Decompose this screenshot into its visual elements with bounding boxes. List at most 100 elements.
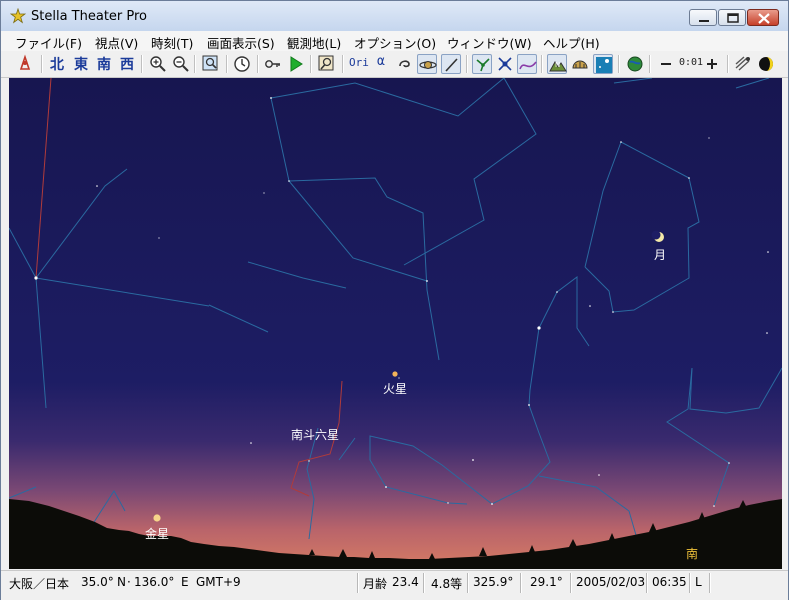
status-separator	[357, 573, 359, 593]
toolbar-separator	[649, 55, 651, 73]
alpha-button[interactable]: α	[377, 54, 385, 69]
constellation-icon	[476, 58, 490, 72]
status-date: 2005/02/03	[576, 575, 646, 589]
key-icon	[265, 60, 280, 68]
path-icon	[519, 61, 537, 70]
sky-view[interactable]: 月 火星 南斗六星 金星 南	[9, 78, 782, 569]
toolbar-separator	[342, 55, 344, 73]
status-latitude: 35.0°	[81, 575, 114, 589]
status-lat-dir: N	[117, 575, 126, 589]
toolbar-separator	[226, 55, 228, 73]
status-bar: 大阪／日本 35.0° N · 136.0° E GMT+9 月齢 23.4 4…	[1, 570, 788, 600]
minimize-icon	[699, 20, 709, 22]
north-button[interactable]: 北	[50, 54, 64, 74]
telescope-icon	[19, 54, 31, 70]
toolbar-separator	[194, 55, 196, 73]
venus-label: 金星	[145, 527, 170, 541]
menu-window[interactable]: ウィンドウ(W)	[447, 33, 532, 52]
status-timezone: GMT+9	[196, 575, 241, 589]
moon-label: 月	[654, 248, 667, 262]
toolbar-separator	[466, 55, 468, 73]
status-moon-age: 23.4	[392, 575, 419, 589]
status-separator	[520, 573, 522, 593]
dome-button[interactable]	[570, 54, 590, 74]
clock-icon	[234, 56, 250, 72]
globe-icon	[627, 56, 643, 72]
venus-icon[interactable]	[153, 514, 161, 522]
status-separator	[570, 573, 572, 593]
toolbar-separator	[41, 55, 43, 73]
zoom-out-button[interactable]	[171, 54, 191, 74]
swirl-icon	[399, 60, 410, 68]
planet-button[interactable]	[417, 54, 437, 74]
swirl-button[interactable]	[395, 54, 415, 74]
menu-time[interactable]: 時刻(T)	[151, 33, 193, 52]
title-bar[interactable]: Stella Theater Pro	[1, 1, 788, 31]
status-separator	[646, 573, 648, 593]
sky-icon	[596, 57, 612, 73]
toolbar-separator	[257, 55, 259, 73]
status-separator	[689, 573, 691, 593]
status-magnitude: 4.8等	[431, 577, 463, 591]
sky-canvas	[9, 78, 782, 569]
zoom-minus-button[interactable]	[656, 54, 676, 74]
planet-icon	[419, 61, 437, 69]
toolbar: 北 東 南 西 Ori α N 0:01	[1, 51, 788, 78]
status-longitude: 136.0°	[134, 575, 175, 589]
south-button[interactable]: 南	[97, 54, 111, 74]
sky-button[interactable]	[593, 54, 613, 74]
zoom-plus-button[interactable]	[702, 54, 722, 74]
pen-button[interactable]	[441, 54, 461, 74]
svg-text:N: N	[555, 61, 560, 69]
menu-options[interactable]: オプション(O)	[354, 33, 436, 52]
menu-file[interactable]: ファイル(F)	[15, 33, 82, 52]
find-button[interactable]	[201, 54, 221, 74]
toolbar-separator	[618, 55, 620, 73]
toolbar-separator	[310, 55, 312, 73]
zoom-in-button[interactable]	[148, 54, 168, 74]
menu-location[interactable]: 観測地(L)	[287, 33, 341, 52]
menu-help[interactable]: ヘルプ(H)	[543, 33, 600, 52]
find-icon	[202, 55, 218, 71]
satellite-icon	[498, 57, 512, 71]
search-object-button[interactable]	[317, 54, 337, 74]
dome-icon	[572, 60, 588, 69]
mars-icon[interactable]	[392, 371, 398, 377]
toolbar-separator	[141, 55, 143, 73]
clock-button[interactable]	[232, 54, 252, 74]
play-icon	[290, 56, 303, 72]
zoom-in-icon	[150, 56, 166, 72]
close-button[interactable]	[747, 9, 779, 26]
satellite-button[interactable]	[495, 54, 515, 74]
terrain-button[interactable]: N	[547, 54, 567, 74]
comet-button[interactable]	[733, 54, 753, 74]
pen-icon	[445, 58, 458, 72]
moon-phase-button[interactable]	[756, 54, 776, 74]
status-mode: L	[695, 575, 702, 589]
app-icon	[10, 8, 26, 24]
menu-bar: ファイル(F) 視点(V) 時刻(T) 画面表示(S) 観測地(L) オプション…	[1, 31, 788, 51]
plus-icon	[707, 59, 717, 69]
west-button[interactable]: 西	[120, 54, 134, 74]
close-icon	[758, 13, 770, 24]
search-object-icon	[318, 55, 334, 71]
menu-display[interactable]: 画面表示(S)	[207, 33, 275, 52]
path-button[interactable]	[517, 54, 537, 74]
play-button[interactable]	[286, 54, 306, 74]
constellation-button[interactable]	[472, 54, 492, 74]
menu-view[interactable]: 視点(V)	[95, 33, 138, 52]
comet-icon	[735, 56, 750, 71]
maximize-icon	[727, 13, 739, 23]
globe-button[interactable]	[625, 54, 645, 74]
terrain-icon: N	[549, 61, 567, 72]
east-button[interactable]: 東	[74, 54, 88, 74]
toolbar-separator	[727, 55, 729, 73]
ori-button[interactable]: Ori	[349, 56, 369, 69]
minimize-button[interactable]	[689, 9, 717, 26]
status-separator	[709, 573, 711, 593]
status-time: 06:35	[652, 575, 687, 589]
maximize-button[interactable]	[718, 9, 746, 26]
key-button[interactable]	[263, 54, 283, 74]
telescope-button[interactable]	[15, 54, 35, 74]
zoom-out-icon	[173, 56, 189, 72]
